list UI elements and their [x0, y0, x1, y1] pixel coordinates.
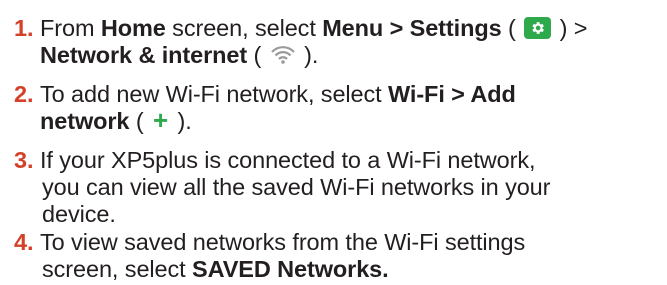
step-line: From Home screen, select Menu > Settings…	[40, 15, 588, 41]
wifi-add-label: Wi-Fi > Add	[388, 81, 516, 107]
network-label: network	[40, 108, 130, 134]
step-line: screen, select SAVED Networks.	[42, 256, 389, 282]
instruction-steps: 1. From Home screen, select Menu > Setti…	[0, 0, 667, 285]
step-text: From Home screen, select Menu > Settings…	[40, 15, 667, 71]
step-line: If your XP5plus is connected to a Wi-Fi …	[40, 147, 536, 173]
plus-icon: +	[153, 105, 169, 135]
gear-icon	[524, 17, 552, 39]
step-line: device.	[42, 201, 116, 227]
home-label: Home	[100, 15, 166, 41]
step-line: To add new Wi-Fi network, select Wi-Fi >…	[40, 81, 516, 107]
step-number: 2.	[14, 81, 34, 107]
saved-networks-label: SAVED Networks.	[192, 256, 389, 282]
step-line: you can view all the saved Wi-Fi network…	[42, 174, 551, 200]
step-number: 3.	[14, 147, 34, 173]
step-line: To view saved networks from the Wi-Fi se…	[40, 229, 526, 255]
network-internet-label: Network & internet	[40, 42, 248, 68]
step-text: To view saved networks from the Wi-Fi se…	[40, 229, 667, 283]
step-text: If your XP5plus is connected to a Wi-Fi …	[40, 147, 667, 228]
menu-settings-label: Menu > Settings	[322, 15, 502, 41]
wifi-icon	[270, 44, 296, 71]
step-number: 4.	[14, 229, 34, 255]
step-text: To add new Wi-Fi network, select Wi-Fi >…	[40, 81, 667, 135]
step-number: 1.	[14, 15, 34, 41]
step-line: network ( + ).	[40, 105, 192, 135]
step-line: Network & internet ( ).	[40, 42, 667, 71]
